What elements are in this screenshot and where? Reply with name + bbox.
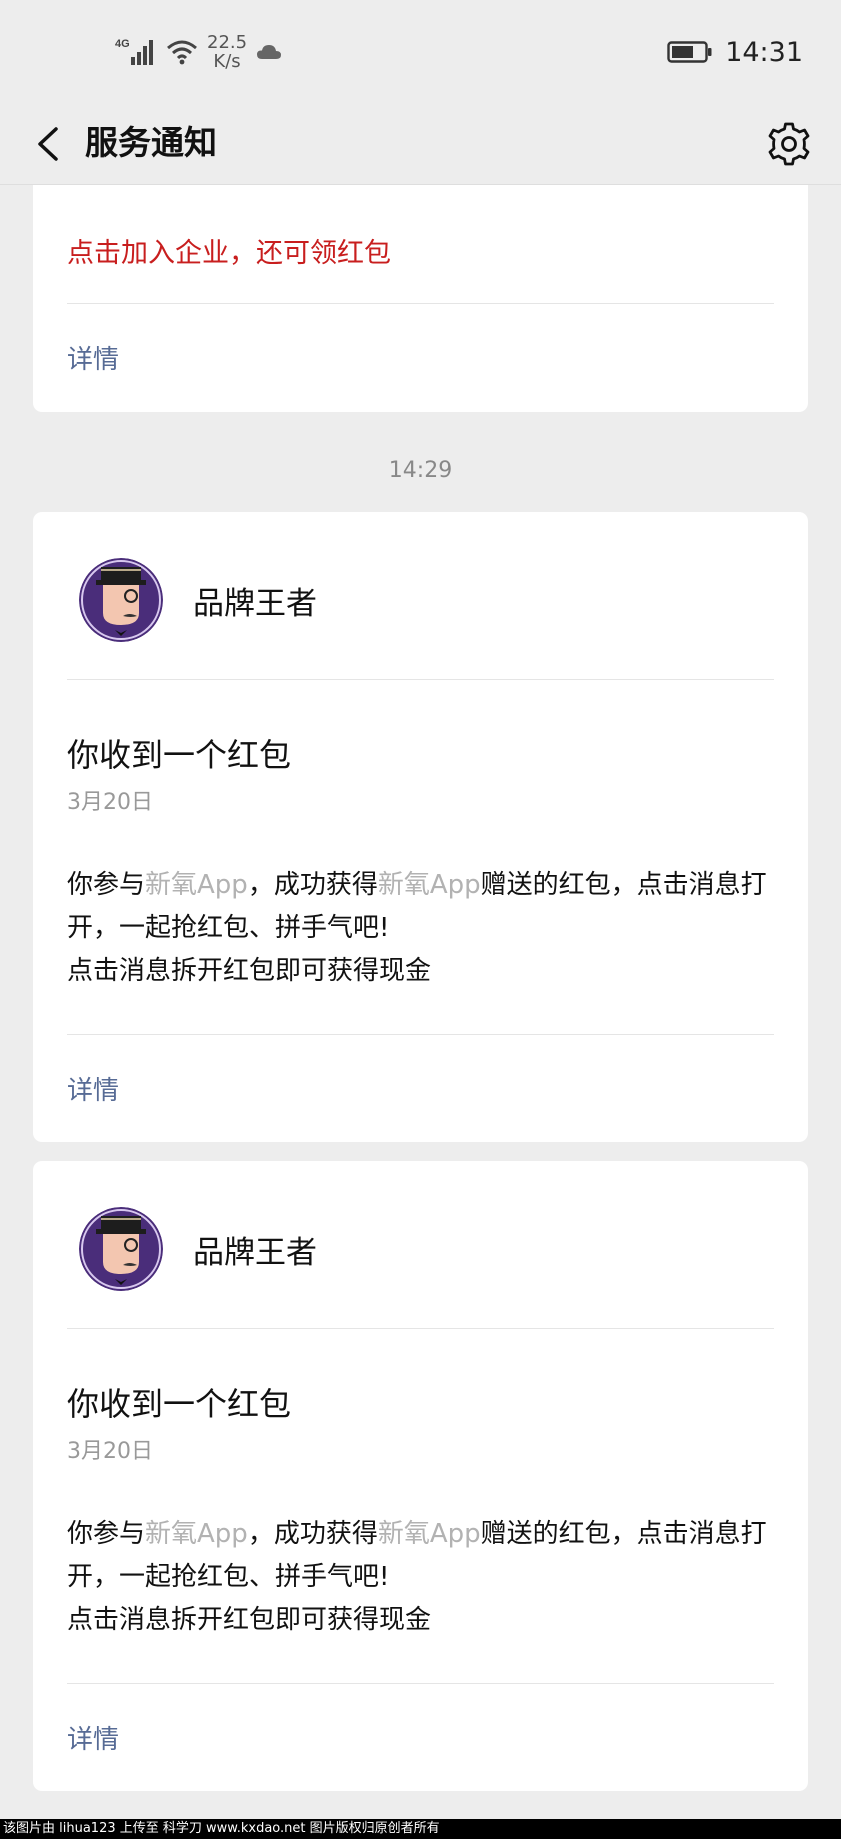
brand-name: 品牌王者 bbox=[193, 586, 317, 622]
clock: 14:31 bbox=[725, 36, 803, 68]
join-company-promo[interactable]: 点击加入企业，还可领红包 bbox=[67, 231, 391, 270]
speed-unit: K/s bbox=[213, 51, 241, 72]
message-text: 你参与 bbox=[67, 870, 146, 900]
message-body-line-2: 点击消息拆开红包即可获得现金 bbox=[67, 956, 432, 986]
brand-logo-icon bbox=[79, 558, 163, 642]
network-type: 4G bbox=[115, 38, 130, 50]
wifi-icon bbox=[167, 40, 197, 65]
gear-icon[interactable] bbox=[759, 114, 819, 174]
message-text: 你参与 bbox=[67, 1519, 146, 1549]
app-name-highlight: 新氧App bbox=[145, 870, 248, 900]
message-body-line-2: 点击消息拆开红包即可获得现金 bbox=[67, 1605, 432, 1635]
notification-card[interactable]: 品牌王者 你收到一个红包 3月20日 你参与新氧App，成功获得新氧App赠送的… bbox=[33, 1161, 808, 1791]
card-divider bbox=[67, 1034, 774, 1035]
watermark-bar: 该图片由 lihua123 上传至 科学刀 www.kxdao.net 图片版权… bbox=[0, 1819, 841, 1839]
message-body-line-1: 你参与新氧App，成功获得新氧App赠送的红包，点击消息打开，一起抢红包、拼手气… bbox=[67, 864, 787, 950]
card-divider bbox=[67, 1683, 774, 1684]
message-text: ，成功获得 bbox=[247, 870, 378, 900]
status-right: 14:31 bbox=[667, 34, 803, 70]
message-date: 3月20日 bbox=[67, 790, 153, 815]
message-timestamp: 14:29 bbox=[388, 458, 453, 483]
brand-name: 品牌王者 bbox=[193, 1235, 317, 1271]
network-speed: 22.5 K/s bbox=[207, 33, 247, 71]
detail-link[interactable]: 详情 bbox=[67, 1719, 119, 1756]
page-title: 服务通知 bbox=[85, 123, 217, 162]
message-body-line-1: 你参与新氧App，成功获得新氧App赠送的红包，点击消息打开，一起抢红包、拼手气… bbox=[67, 1513, 787, 1599]
message-text: ，成功获得 bbox=[247, 1519, 378, 1549]
status-bar: 4G 22.5 K/s 14:31 bbox=[0, 0, 841, 104]
battery-icon bbox=[667, 41, 712, 63]
cloud-icon bbox=[257, 45, 282, 59]
detail-link[interactable]: 详情 bbox=[67, 339, 119, 376]
message-title: 你收到一个红包 bbox=[67, 736, 292, 774]
signal-icon: 4G bbox=[115, 38, 153, 65]
brand-logo-icon bbox=[79, 1207, 163, 1291]
status-left: 4G 22.5 K/s bbox=[115, 32, 283, 72]
nav-bar: 服务通知 bbox=[0, 104, 841, 185]
message-body: 你参与新氧App，成功获得新氧App赠送的红包，点击消息打开，一起抢红包、拼手气… bbox=[67, 1513, 787, 1642]
message-body: 你参与新氧App，成功获得新氧App赠送的红包，点击消息打开，一起抢红包、拼手气… bbox=[67, 864, 787, 993]
notification-card-partial[interactable]: 点击加入企业，还可领红包 详情 bbox=[33, 185, 808, 412]
brand-avatar bbox=[79, 1207, 163, 1291]
brand-avatar bbox=[79, 558, 163, 642]
notification-card[interactable]: 品牌王者 你收到一个红包 3月20日 你参与新氧App，成功获得新氧App赠送的… bbox=[33, 512, 808, 1142]
message-title: 你收到一个红包 bbox=[67, 1385, 292, 1423]
app-name-highlight: 新氧App bbox=[377, 870, 481, 900]
app-name-highlight: 新氧App bbox=[377, 1519, 481, 1549]
message-date: 3月20日 bbox=[67, 1439, 153, 1464]
card-divider bbox=[67, 1328, 774, 1329]
card-divider bbox=[67, 303, 774, 304]
detail-link[interactable]: 详情 bbox=[67, 1070, 119, 1107]
app-name-highlight: 新氧App bbox=[145, 1519, 248, 1549]
chevron-left-icon[interactable] bbox=[22, 116, 78, 172]
speed-value: 22.5 bbox=[207, 32, 248, 53]
card-divider bbox=[67, 679, 774, 680]
